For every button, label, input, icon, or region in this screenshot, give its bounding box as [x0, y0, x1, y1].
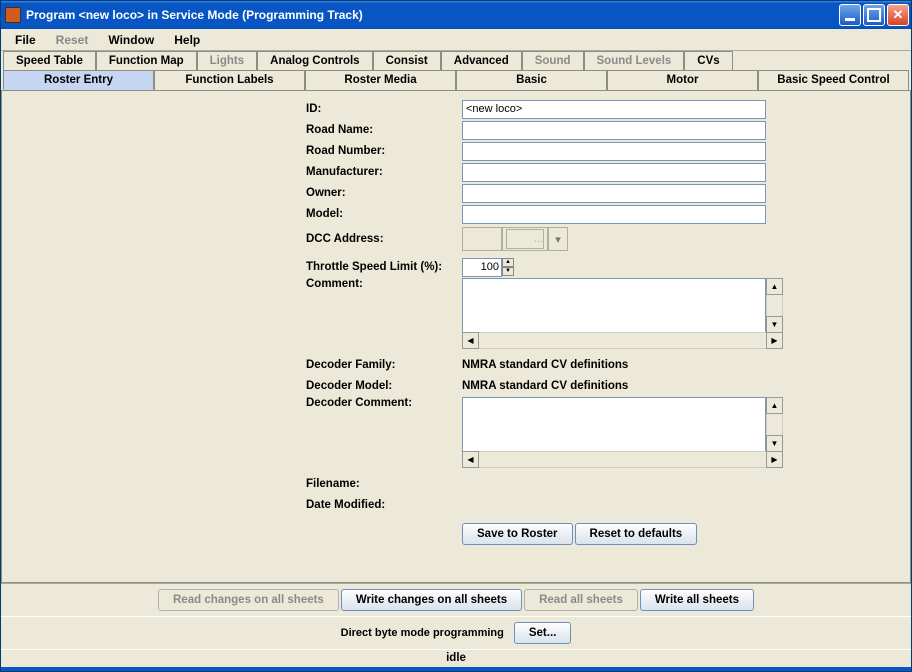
scroll-down-icon[interactable]: ▼: [766, 316, 783, 333]
sheet-actions-bar: Read changes on all sheets Write changes…: [1, 583, 911, 617]
date-modified-label: Date Modified:: [306, 499, 462, 511]
titlebar: Program <new loco> in Service Mode (Prog…: [1, 1, 911, 29]
scroll-up-icon[interactable]: ▲: [766, 278, 783, 295]
tab-motor[interactable]: Motor: [607, 70, 758, 90]
scroll-left-icon[interactable]: ◀: [462, 332, 479, 349]
content-area: Speed Table Function Map Lights Analog C…: [1, 51, 911, 667]
tab-advanced[interactable]: Advanced: [441, 51, 522, 70]
road-name-field[interactable]: [462, 121, 766, 140]
scroll-down-icon[interactable]: ▼: [766, 435, 783, 452]
programming-mode-label: Direct byte mode programming: [341, 627, 504, 639]
road-number-label: Road Number:: [306, 145, 462, 157]
close-button[interactable]: [887, 4, 909, 26]
id-field[interactable]: [462, 100, 766, 119]
tab-consist[interactable]: Consist: [373, 51, 441, 70]
bottom-bars: Read changes on all sheets Write changes…: [1, 583, 911, 667]
decoder-comment-field[interactable]: [462, 397, 766, 452]
manufacturer-label: Manufacturer:: [306, 166, 462, 178]
throttle-up-icon[interactable]: ▲: [502, 258, 514, 267]
save-to-roster-button[interactable]: Save to Roster: [462, 523, 573, 545]
dcc-address-combo[interactable]: ...: [506, 229, 544, 249]
id-label: ID:: [306, 103, 462, 115]
read-changes-button: Read changes on all sheets: [158, 589, 339, 611]
titlebar-buttons: [839, 4, 909, 26]
decoder-comment-vscroll: ▲ ▼: [766, 397, 783, 452]
throttle-label: Throttle Speed Limit (%):: [306, 261, 462, 273]
status-bar: idle: [1, 649, 911, 667]
tab-row-2: Roster Entry Function Labels Roster Medi…: [1, 70, 911, 90]
maximize-button[interactable]: [863, 4, 885, 26]
app-icon: [5, 7, 21, 23]
dcc-address-label: DCC Address:: [306, 233, 462, 245]
model-label: Model:: [306, 208, 462, 220]
programming-mode-bar: Direct byte mode programming Set...: [1, 617, 911, 649]
menu-file[interactable]: File: [5, 31, 46, 49]
comment-field[interactable]: [462, 278, 766, 333]
dcc-address-control: ... ▾: [462, 227, 568, 251]
tab-function-map[interactable]: Function Map: [96, 51, 197, 70]
decoder-model-value: NMRA standard CV definitions: [462, 380, 628, 392]
read-all-button: Read all sheets: [524, 589, 638, 611]
set-button[interactable]: Set...: [514, 622, 571, 644]
tab-cvs[interactable]: CVs: [684, 51, 732, 70]
decoder-family-label: Decoder Family:: [306, 359, 462, 371]
scroll-track[interactable]: [766, 414, 783, 435]
tab-roster-media[interactable]: Roster Media: [305, 70, 456, 90]
tab-sound: Sound: [522, 51, 584, 70]
model-field[interactable]: [462, 205, 766, 224]
scroll-right-icon[interactable]: ▶: [766, 451, 783, 468]
throttle-value-field[interactable]: [462, 258, 502, 277]
tab-analog-controls[interactable]: Analog Controls: [257, 51, 372, 70]
tab-row-1: Speed Table Function Map Lights Analog C…: [1, 51, 911, 70]
tab-speed-table[interactable]: Speed Table: [3, 51, 96, 70]
decoder-comment-hscroll: ◀ ▶: [462, 451, 783, 468]
decoder-comment-label: Decoder Comment:: [306, 397, 462, 409]
road-number-field[interactable]: [462, 142, 766, 161]
minimize-button[interactable]: [839, 4, 861, 26]
scroll-up-icon[interactable]: ▲: [766, 397, 783, 414]
throttle-spinner: ▲ ▼: [462, 258, 514, 277]
scroll-track[interactable]: [479, 451, 766, 468]
tab-function-labels[interactable]: Function Labels: [154, 70, 305, 90]
write-all-button[interactable]: Write all sheets: [640, 589, 754, 611]
tab-lights: Lights: [197, 51, 258, 70]
app-window: Program <new loco> in Service Mode (Prog…: [0, 0, 912, 672]
filename-label: Filename:: [306, 478, 462, 490]
window-title: Program <new loco> in Service Mode (Prog…: [26, 8, 839, 22]
comment-label: Comment:: [306, 278, 462, 290]
comment-vscroll: ▲ ▼: [766, 278, 783, 333]
manufacturer-field[interactable]: [462, 163, 766, 182]
window-bottom-border: [1, 667, 911, 671]
write-changes-button[interactable]: Write changes on all sheets: [341, 589, 522, 611]
road-name-label: Road Name:: [306, 124, 462, 136]
menu-window[interactable]: Window: [98, 31, 164, 49]
menubar: File Reset Window Help: [1, 29, 911, 51]
tab-basic[interactable]: Basic: [456, 70, 607, 90]
scroll-track[interactable]: [766, 295, 783, 316]
scroll-left-icon[interactable]: ◀: [462, 451, 479, 468]
scroll-right-icon[interactable]: ▶: [766, 332, 783, 349]
throttle-down-icon[interactable]: ▼: [502, 267, 514, 276]
decoder-family-value: NMRA standard CV definitions: [462, 359, 628, 371]
owner-field[interactable]: [462, 184, 766, 203]
roster-entry-panel: ID: Road Name: Road Number: Manufacturer…: [1, 90, 911, 583]
comment-hscroll: ◀ ▶: [462, 332, 783, 349]
tab-sound-levels: Sound Levels: [584, 51, 685, 70]
form-area: ID: Road Name: Road Number: Manufacturer…: [106, 99, 806, 545]
scroll-track[interactable]: [479, 332, 766, 349]
owner-label: Owner:: [306, 187, 462, 199]
dcc-address-box[interactable]: [462, 227, 502, 251]
tab-basic-speed-control[interactable]: Basic Speed Control: [758, 70, 909, 90]
reset-to-defaults-button[interactable]: Reset to defaults: [575, 523, 698, 545]
decoder-model-label: Decoder Model:: [306, 380, 462, 392]
tab-roster-entry[interactable]: Roster Entry: [3, 70, 154, 90]
menu-reset: Reset: [46, 31, 99, 49]
dcc-dropdown-icon[interactable]: ▾: [548, 227, 568, 251]
menu-help[interactable]: Help: [164, 31, 210, 49]
